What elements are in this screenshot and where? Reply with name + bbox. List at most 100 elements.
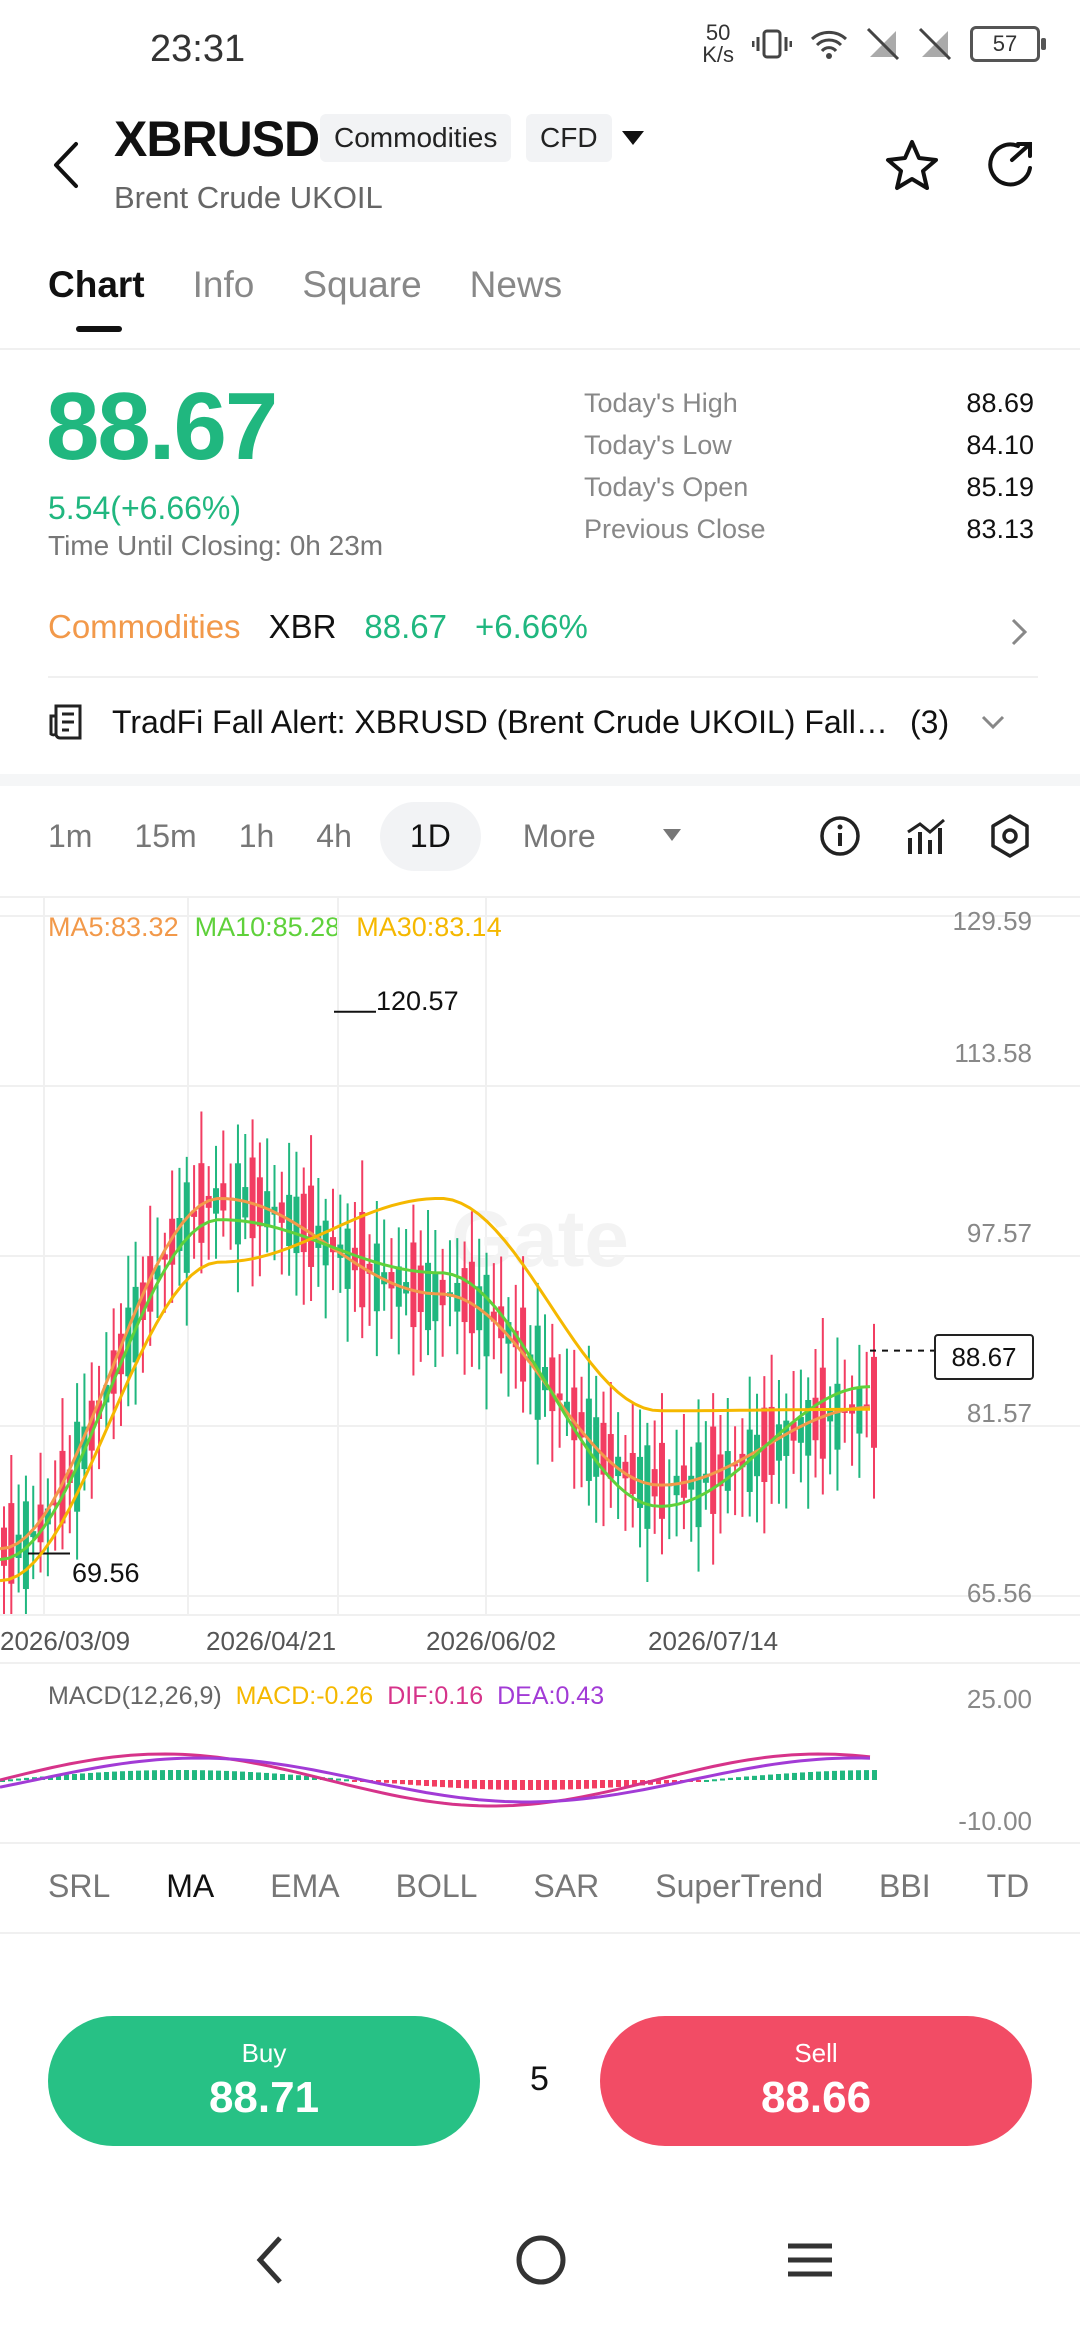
macd-bar [736,1777,741,1780]
macd-bar [384,1780,389,1783]
alert-row[interactable]: TradFi Fall Alert: XBRUSD (Brent Crude U… [48,702,1038,742]
stat-high: Today's High 88.69 [584,388,1034,418]
status-time: 23:31 [150,28,246,70]
macd-bar [416,1780,421,1786]
y-tick-2: 113.58 [954,1038,1032,1068]
tab-info[interactable]: Info [193,264,255,306]
macd-bar [720,1778,725,1781]
indicator-bbi[interactable]: BBI [879,1868,931,1905]
price-change: 5.54(+6.66%) [48,490,242,526]
period-1h[interactable]: 1h [239,818,275,855]
tabs-divider [0,348,1080,350]
candle-body [278,1202,285,1223]
macd-bar [552,1780,557,1790]
period-1m[interactable]: 1m [48,818,92,855]
candle-body [388,1272,395,1289]
macd-bar [808,1771,813,1780]
macd-bar [824,1771,829,1780]
macd-top-divider [0,1662,1080,1664]
macd-bar [168,1770,173,1780]
macd-bar [136,1770,141,1780]
macd-bar [752,1775,757,1780]
macd-bar [160,1770,165,1780]
macd-bar [832,1770,837,1780]
y-tick-1: 129.59 [952,906,1032,936]
macd-chart[interactable] [0,1720,1080,1840]
tab-chart[interactable]: Chart [48,264,145,332]
commodities-row[interactable]: Commodities XBR 88.67 +6.66% [48,608,588,646]
macd-top-tick: 25.00 [966,1684,1032,1714]
star-icon[interactable] [884,138,940,194]
stat-low: Today's Low 84.10 [584,430,1034,460]
macd-bar [192,1770,197,1780]
macd-bar [240,1771,245,1780]
main-tabs: Chart Info Square News [48,264,563,332]
macd-bar [528,1780,533,1790]
indicator-boll[interactable]: BOLL [396,1868,478,1905]
macd-bar [608,1780,613,1788]
macd-bar [456,1780,461,1789]
tab-news[interactable]: News [470,264,563,306]
indicator-chart-icon[interactable] [904,814,948,858]
period-1d[interactable]: 1D [379,802,481,871]
price-chart[interactable]: Gate [0,896,1080,1616]
back-icon[interactable] [48,140,84,190]
macd-bar [72,1774,77,1780]
indicator-td[interactable]: TD [987,1868,1030,1905]
indicator-ma[interactable]: MA [166,1868,214,1905]
candle-body [220,1183,227,1211]
stat-open: Today's Open 85.19 [584,472,1034,502]
macd-bar [80,1773,85,1780]
last-price: 88.67 [46,373,278,480]
candle-body [695,1442,702,1528]
candle-body [249,1157,256,1239]
indicator-ema[interactable]: EMA [270,1868,339,1905]
type-tag[interactable]: CFD [526,114,612,162]
nav-menu-icon[interactable] [786,2230,834,2290]
macd-bar [400,1780,405,1785]
chevron-down-icon[interactable] [979,712,1007,732]
nav-home-icon[interactable] [514,2230,568,2290]
settings-icon[interactable] [986,812,1034,860]
macd-bar [848,1770,853,1780]
alert-count: (3) [910,703,950,740]
macd-bar [8,1779,13,1782]
macd-bar [560,1780,565,1790]
status-icons: 50 K/s 57 [702,22,1046,66]
period-4h[interactable]: 4h [316,818,352,855]
macd-bar [568,1780,573,1790]
more-dropdown-icon[interactable] [662,828,682,842]
dropdown-icon[interactable] [620,128,646,148]
macd-title: MACD(12,26,9) [48,1682,222,1710]
macd-bar [792,1772,797,1780]
macd-bar [184,1770,189,1780]
vibrate-icon [752,29,792,59]
indicator-supertrend[interactable]: SuperTrend [655,1868,823,1905]
macd-bar [728,1777,733,1780]
macd-legend: MACD(12,26,9) MACD:-0.26 DIF:0.16 DEA:0.… [48,1682,604,1711]
macd-bar [424,1780,429,1787]
macd-bar [704,1779,709,1782]
candle-body [607,1434,614,1479]
tab-square[interactable]: Square [302,264,421,306]
macd-value: MACD:-0.26 [235,1682,374,1710]
chart-bottom-divider [0,1614,1080,1616]
indicator-divider [0,1932,1080,1934]
macd-bar [104,1771,109,1780]
macd-bar [264,1772,269,1780]
period-15m[interactable]: 15m [134,818,196,855]
period-more[interactable]: More [523,818,596,855]
macd-bar [232,1771,237,1780]
chevron-right-icon[interactable] [1008,616,1030,648]
candle-body [234,1163,241,1245]
share-icon[interactable] [982,138,1038,194]
macd-bar [664,1780,669,1784]
sell-button[interactable]: Sell 88.66 [600,2016,1032,2146]
buy-button[interactable]: Buy 88.71 [48,2016,480,2146]
indicator-sar[interactable]: SAR [533,1868,599,1905]
spread-value: 5 [530,2060,549,2098]
nav-back-icon[interactable] [250,2230,290,2290]
info-icon[interactable] [818,814,862,858]
indicator-srl[interactable]: SRL [48,1868,110,1905]
last-price-tag: 88.67 [934,1334,1034,1380]
